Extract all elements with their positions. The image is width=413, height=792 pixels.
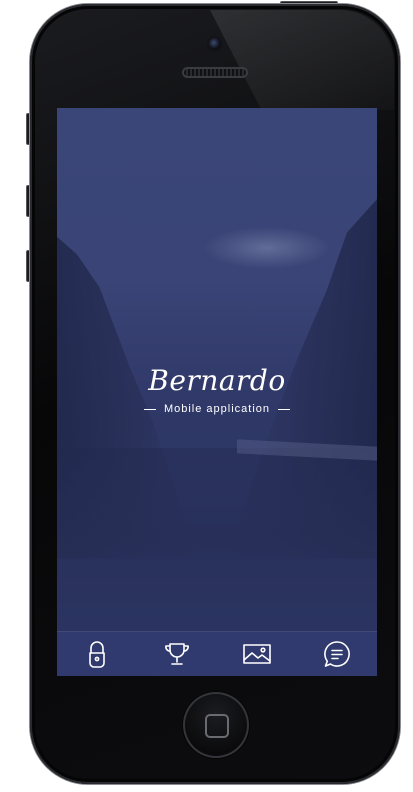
phone-gloss — [210, 10, 394, 110]
subtitle-dash-left — [143, 408, 156, 410]
home-button[interactable] — [183, 692, 249, 758]
earpiece-speaker — [182, 67, 248, 78]
subtitle-dash-right — [278, 408, 291, 410]
tab-gallery[interactable] — [237, 634, 277, 674]
brand-block: Bernardo Mobile application — [57, 363, 377, 417]
front-camera — [209, 38, 221, 50]
tab-lock[interactable] — [77, 634, 117, 674]
app-subtitle-row: Mobile application — [57, 401, 377, 417]
bottom-tab-bar — [57, 631, 377, 676]
tab-trophy[interactable] — [157, 634, 197, 674]
chat-icon — [324, 641, 350, 667]
lock-icon — [89, 641, 105, 668]
tab-chat[interactable] — [317, 634, 357, 674]
app-screen: Bernardo Mobile application — [57, 108, 377, 676]
image-icon — [243, 644, 271, 664]
device-stage: Bernardo Mobile application — [0, 0, 413, 792]
trophy-icon — [165, 643, 189, 665]
home-square-icon — [205, 714, 229, 738]
app-title: Bernardo — [148, 364, 286, 397]
app-subtitle: Mobile application — [163, 403, 271, 415]
